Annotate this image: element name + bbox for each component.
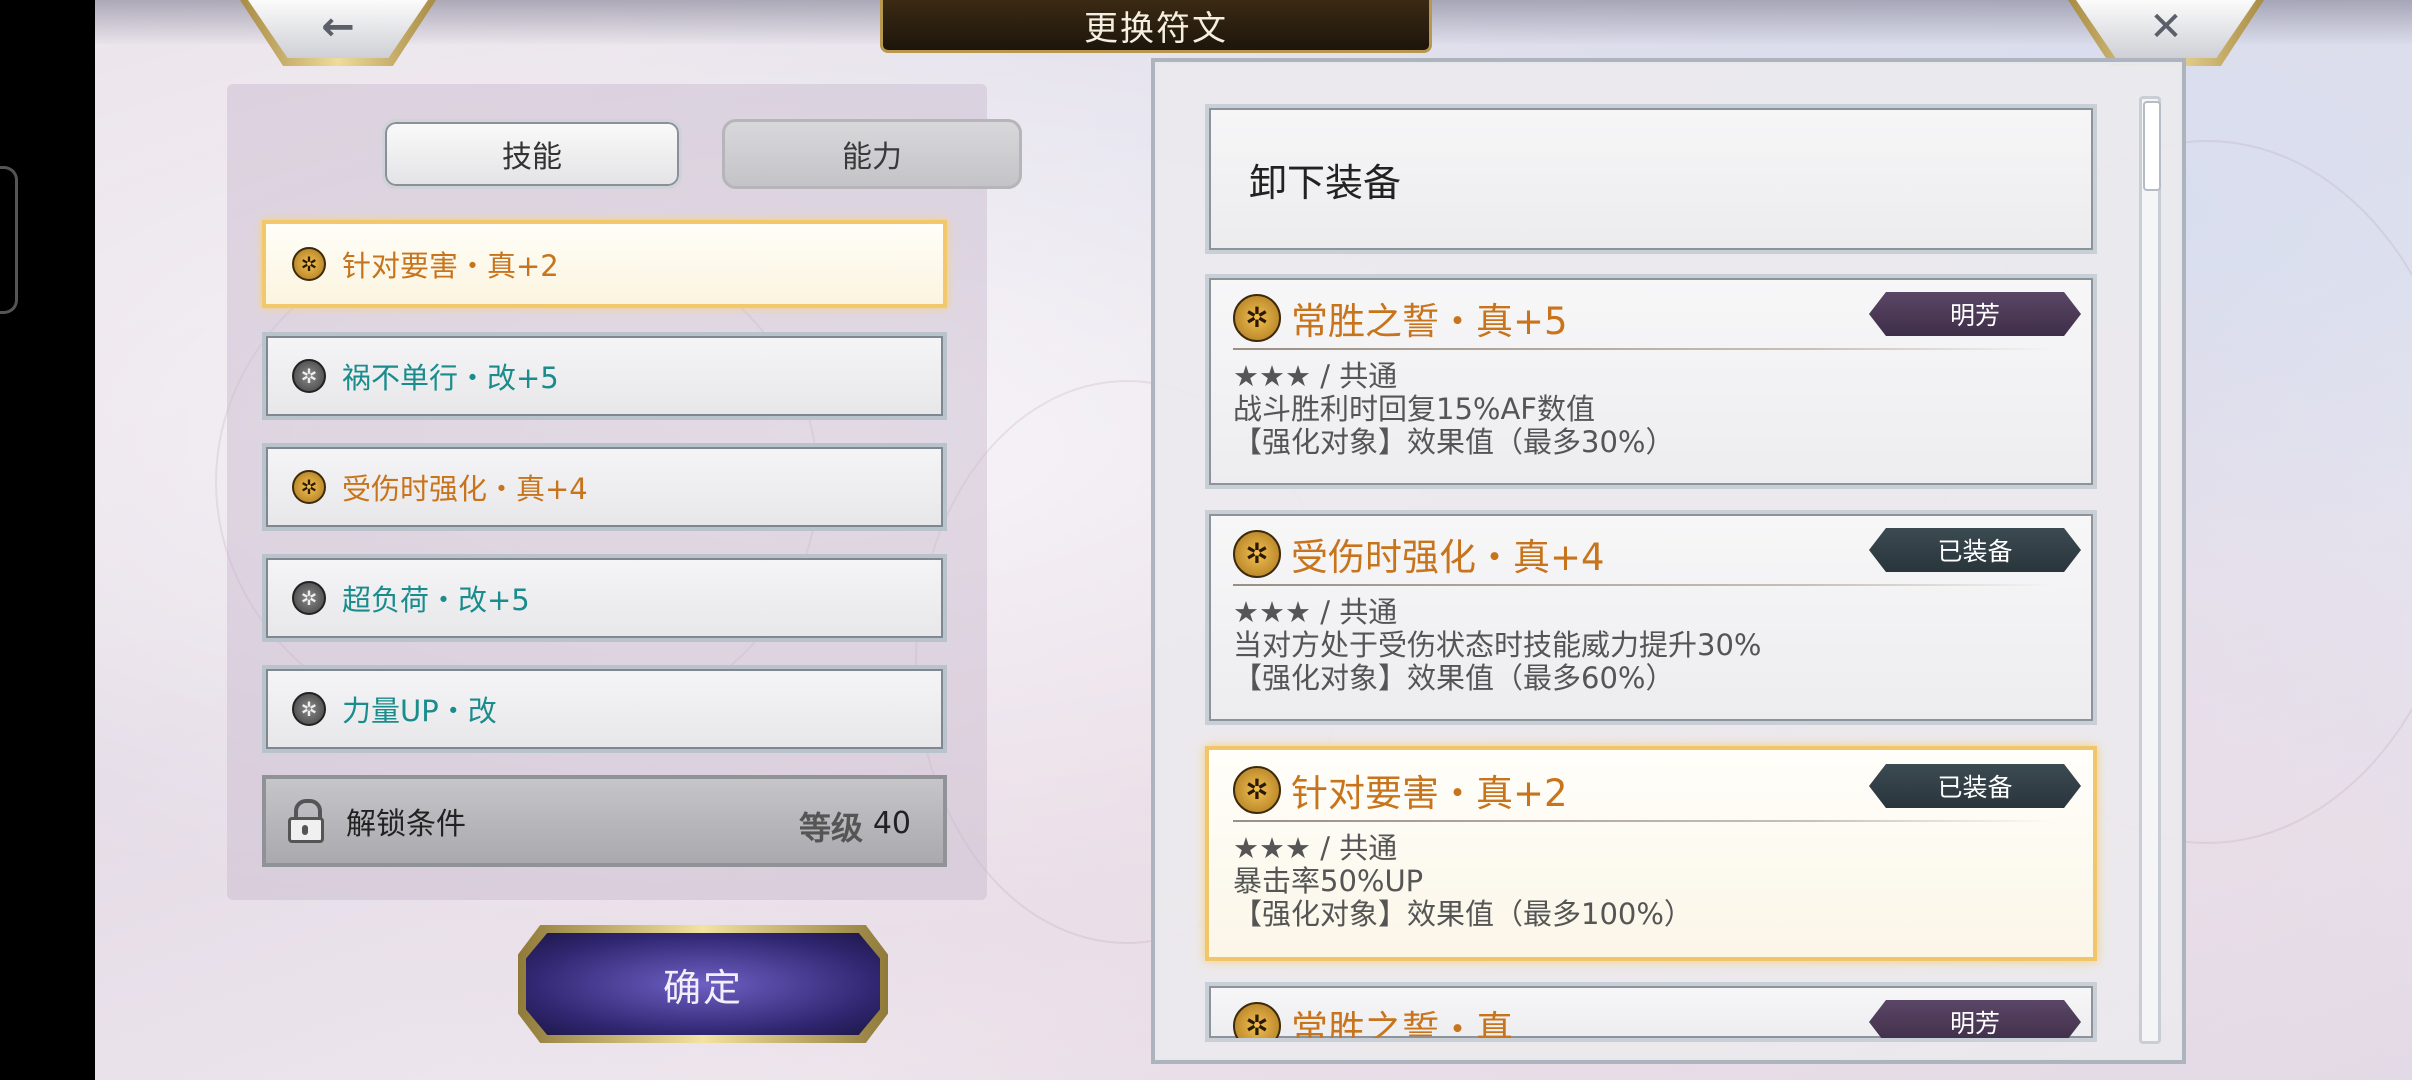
rune-gold-icon: ✲ [1233, 1002, 1281, 1038]
rune-card[interactable]: ✲ 常胜之誓・真 明芳 [1205, 982, 2097, 1042]
owner-badge: 明芳 [1869, 292, 2081, 336]
skill-slot-3[interactable]: ✲ 受伤时强化・真+4 [262, 443, 947, 531]
rune-card-description: 暴击率50%UP [1233, 864, 1424, 898]
equipped-badge: 已装备 [1869, 764, 2081, 808]
rune-card-title: 针对要害・真+2 [1291, 772, 1568, 815]
rune-card-note: 【强化对象】效果值（最多60%） [1233, 661, 1675, 695]
rune-card[interactable]: ✲ 常胜之誓・真+5 ★★★ / 共通 战斗胜利时回复15%AF数值 【强化对象… [1205, 274, 2097, 489]
rune-card-selected[interactable]: ✲ 针对要害・真+2 ★★★ / 共通 暴击率50%UP 【强化对象】效果值（最… [1205, 746, 2097, 961]
skill-slot-label: 力量UP・改 [342, 694, 497, 728]
skill-slot-4[interactable]: ✲ 超负荷・改+5 [262, 554, 947, 642]
tab-skill[interactable]: 技能 [382, 119, 682, 189]
rune-card-note: 【强化对象】效果值（最多30%） [1233, 425, 1675, 459]
scrollbar-thumb[interactable] [2143, 101, 2161, 191]
skill-slot-label: 受伤时强化・真+4 [342, 472, 588, 506]
rune-card-title: 常胜之誓・真+5 [1291, 300, 1568, 343]
locked-skill-slot[interactable]: 解锁条件 等级 40 [262, 775, 947, 867]
unlock-condition-label: 解锁条件 [346, 807, 466, 842]
skill-slot-label: 针对要害・真+2 [342, 249, 559, 283]
rune-gold-icon: ✲ [292, 470, 326, 504]
system-edge-handle [0, 166, 18, 314]
equipped-badge: 已装备 [1869, 528, 2081, 572]
rune-card-description: 战斗胜利时回复15%AF数值 [1233, 392, 1595, 426]
rune-gold-icon: ✲ [1233, 766, 1281, 814]
unequip-button[interactable]: 卸下装备 [1205, 104, 2097, 254]
level-label: 等级 [798, 809, 863, 847]
rune-gray-icon: ✲ [292, 692, 326, 726]
rune-card-title: 常胜之誓・真 [1291, 1008, 1513, 1042]
confirm-button[interactable]: 确定 [518, 925, 888, 1043]
rune-gold-icon: ✲ [292, 247, 326, 281]
skill-slot-label: 祸不单行・改+5 [342, 361, 559, 395]
tab-ability[interactable]: 能力 [722, 119, 1022, 189]
rune-gray-icon: ✲ [292, 581, 326, 615]
rune-gray-icon: ✲ [292, 359, 326, 393]
skill-slot-5[interactable]: ✲ 力量UP・改 [262, 665, 947, 753]
back-arrow-icon: ← [248, 0, 428, 58]
page-title: 更换符文 [880, 0, 1432, 53]
skill-slot-label: 超负荷・改+5 [342, 583, 530, 617]
rune-card-rarity: ★★★ / 共通 [1233, 595, 1398, 629]
owner-badge: 明芳 [1869, 1000, 2081, 1038]
rune-card-title: 受伤时强化・真+4 [1291, 536, 1605, 579]
skill-slot-2[interactable]: ✲ 祸不单行・改+5 [262, 332, 947, 420]
close-icon: ✕ [2076, 0, 2256, 58]
rune-list-scrollbar[interactable] [2139, 96, 2161, 1044]
rune-card-rarity: ★★★ / 共通 [1233, 831, 1398, 865]
skill-slot-1[interactable]: ✲ 针对要害・真+2 [262, 220, 947, 308]
confirm-label: 确定 [526, 933, 880, 1035]
rune-card-note: 【强化对象】效果值（最多100%） [1233, 897, 1693, 931]
rune-card-rarity: ★★★ / 共通 [1233, 359, 1398, 393]
rune-gold-icon: ✲ [1233, 530, 1281, 578]
rune-card-description: 当对方处于受伤状态时技能威力提升30% [1233, 628, 1762, 662]
level-value: 40 [872, 806, 911, 841]
rune-gold-icon: ✲ [1233, 294, 1281, 342]
rune-card[interactable]: ✲ 受伤时强化・真+4 ★★★ / 共通 当对方处于受伤状态时技能威力提升30%… [1205, 510, 2097, 725]
lock-icon [288, 799, 324, 843]
